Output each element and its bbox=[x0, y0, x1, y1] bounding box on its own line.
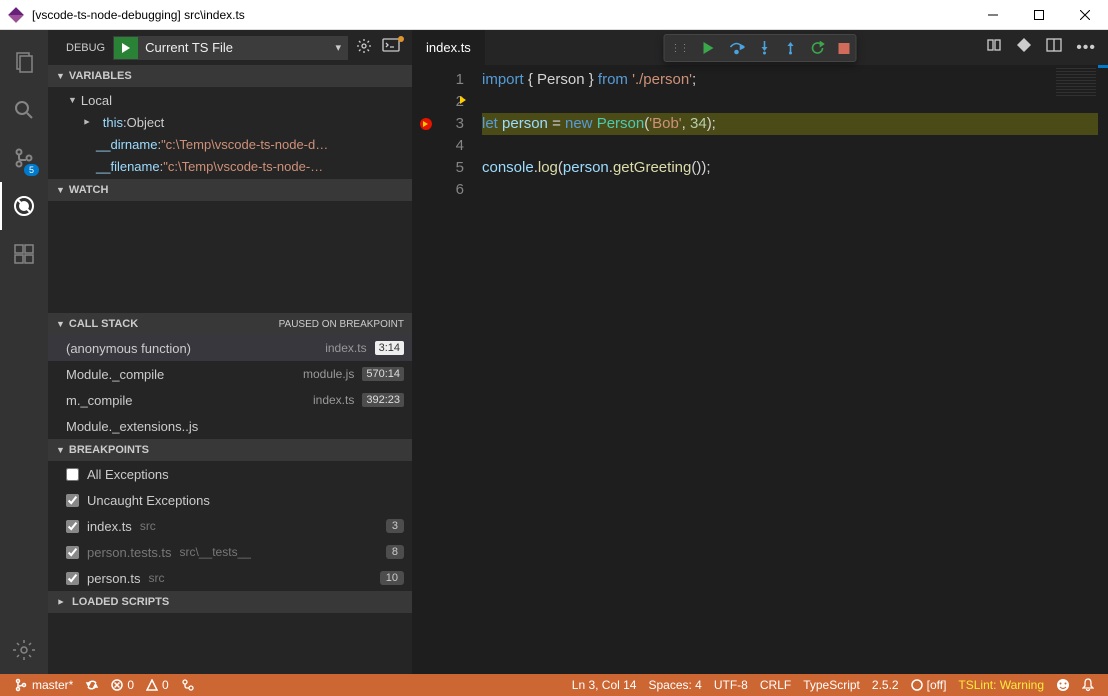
drag-handle-icon[interactable]: ⋮⋮ bbox=[671, 43, 689, 54]
chevron-down-icon: ▾ bbox=[329, 41, 347, 54]
step-over-button[interactable] bbox=[729, 41, 745, 55]
breakpoints-body: All Exceptions Uncaught Exceptions index… bbox=[48, 461, 412, 591]
gear-icon[interactable] bbox=[356, 38, 372, 57]
warnings[interactable]: 0 bbox=[140, 674, 175, 696]
maximize-button[interactable] bbox=[1016, 0, 1062, 30]
stack-frame[interactable]: Module._extensions..js bbox=[48, 413, 412, 439]
editor: index.ts ••• ⋮⋮ 123456 bbox=[412, 30, 1108, 674]
scm-badge: 5 bbox=[24, 164, 39, 176]
step-into-button[interactable] bbox=[759, 41, 771, 55]
breakpoints-header[interactable]: ▼BREAKPOINTS bbox=[48, 439, 412, 461]
activity-bar: 5 bbox=[0, 30, 48, 674]
current-line-arrow bbox=[460, 96, 466, 104]
compare-icon[interactable] bbox=[986, 37, 1002, 58]
extensions-icon[interactable] bbox=[0, 230, 48, 278]
search-icon[interactable] bbox=[0, 86, 48, 134]
breakpoint-row[interactable]: person.tssrc10 bbox=[48, 565, 412, 591]
variables-header[interactable]: ▼VARIABLES bbox=[48, 65, 412, 87]
scope-local[interactable]: ▼Local bbox=[48, 89, 412, 111]
tslint-status[interactable]: TSLint: Warning bbox=[952, 674, 1050, 696]
git-branch[interactable]: master* bbox=[8, 674, 79, 696]
variable-row[interactable]: __dirname: "c:\Temp\vscode-ts-node-d… bbox=[48, 133, 412, 155]
bp-checkbox[interactable] bbox=[66, 494, 79, 507]
callstack-header[interactable]: ▼CALL STACKPAUSED ON BREAKPOINT bbox=[48, 313, 412, 335]
settings-icon[interactable] bbox=[0, 626, 48, 674]
debug-config-name: Current TS File bbox=[139, 40, 329, 55]
minimap[interactable] bbox=[1056, 68, 1096, 98]
debug-label: DEBUG bbox=[66, 42, 105, 54]
step-out-button[interactable] bbox=[785, 41, 797, 55]
gutter[interactable]: 123456 bbox=[412, 69, 482, 674]
variable-row[interactable]: ▼ this: Object bbox=[48, 111, 412, 133]
code-area[interactable]: 123456 import { Person } from './person'… bbox=[412, 65, 1108, 674]
editor-tab[interactable]: index.ts bbox=[412, 30, 486, 65]
encoding[interactable]: UTF-8 bbox=[708, 674, 754, 696]
status-bar: master* 0 0 Ln 3, Col 14 Spaces: 4 UTF-8… bbox=[0, 674, 1108, 696]
stack-frame[interactable]: Module._compilemodule.js570:14 bbox=[48, 361, 412, 387]
scm-icon[interactable]: 5 bbox=[0, 134, 48, 182]
bp-checkbox[interactable] bbox=[66, 520, 79, 533]
continue-button[interactable] bbox=[703, 42, 715, 54]
language[interactable]: TypeScript bbox=[797, 674, 866, 696]
overview-ruler[interactable] bbox=[1098, 65, 1108, 674]
bp-checkbox[interactable] bbox=[66, 572, 79, 585]
diamond-icon[interactable] bbox=[1016, 37, 1032, 58]
minimize-button[interactable] bbox=[970, 0, 1016, 30]
loaded-scripts-header[interactable]: ▼ LOADED SCRIPTS bbox=[48, 591, 412, 613]
callstack-body: (anonymous function)index.ts3:14 Module.… bbox=[48, 335, 412, 439]
bp-checkbox[interactable] bbox=[66, 546, 79, 559]
close-button[interactable] bbox=[1062, 0, 1108, 30]
watch-header[interactable]: ▼WATCH bbox=[48, 179, 412, 201]
eol[interactable]: CRLF bbox=[754, 674, 797, 696]
flow-icon[interactable] bbox=[175, 674, 201, 696]
debug-console-icon[interactable] bbox=[382, 38, 400, 57]
sync-icon[interactable] bbox=[79, 674, 105, 696]
stop-button[interactable] bbox=[839, 43, 850, 54]
cursor-position[interactable]: Ln 3, Col 14 bbox=[566, 674, 643, 696]
ts-version[interactable]: 2.5.2 bbox=[866, 674, 905, 696]
window-title: [vscode-ts-node-debugging] src\index.ts bbox=[32, 8, 970, 22]
split-icon[interactable] bbox=[1046, 37, 1062, 58]
bell-icon[interactable] bbox=[1076, 674, 1100, 696]
variable-row[interactable]: __filename: "c:\Temp\vscode-ts-node-… bbox=[48, 155, 412, 177]
restart-button[interactable] bbox=[811, 41, 825, 55]
breakpoint-row[interactable]: index.tssrc3 bbox=[48, 513, 412, 539]
debug-sidebar: DEBUG Current TS File ▾ ▼VARIABLES ▼Loca… bbox=[48, 30, 412, 674]
off-status[interactable]: [off] bbox=[905, 674, 953, 696]
errors[interactable]: 0 bbox=[105, 674, 140, 696]
breakpoint-row[interactable]: person.tests.tssrc\__tests__8 bbox=[48, 539, 412, 565]
explorer-icon[interactable] bbox=[0, 38, 48, 86]
vscode-icon bbox=[8, 7, 24, 23]
breakpoint-row[interactable]: All Exceptions bbox=[48, 461, 412, 487]
debug-icon[interactable] bbox=[0, 182, 48, 230]
stack-frame[interactable]: (anonymous function)index.ts3:14 bbox=[48, 335, 412, 361]
debug-toolbar[interactable]: ⋮⋮ bbox=[664, 34, 857, 62]
titlebar: [vscode-ts-node-debugging] src\index.ts bbox=[0, 0, 1108, 30]
feedback-icon[interactable] bbox=[1050, 674, 1076, 696]
more-icon[interactable]: ••• bbox=[1076, 39, 1096, 57]
spaces[interactable]: Spaces: 4 bbox=[642, 674, 707, 696]
start-debug-button[interactable] bbox=[114, 37, 138, 59]
stack-frame[interactable]: m._compileindex.ts392:23 bbox=[48, 387, 412, 413]
bp-checkbox[interactable] bbox=[66, 468, 79, 481]
debug-config-selector[interactable]: Current TS File ▾ bbox=[113, 36, 348, 60]
breakpoint-marker[interactable] bbox=[420, 118, 432, 130]
breakpoint-row[interactable]: Uncaught Exceptions bbox=[48, 487, 412, 513]
watch-body[interactable] bbox=[48, 201, 412, 313]
